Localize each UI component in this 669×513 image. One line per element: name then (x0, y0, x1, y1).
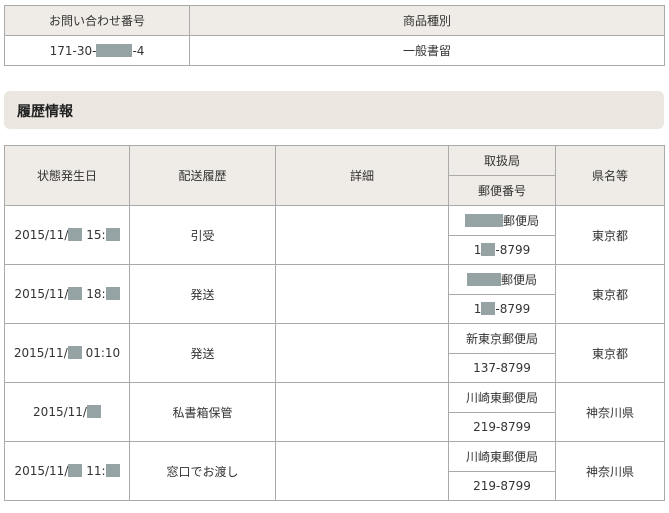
status-date: 2015/11/ 01:10 (4, 323, 130, 383)
redacted-mask (105, 287, 120, 300)
redacted-mask (466, 273, 501, 286)
office-name: 川崎東郵便局 (465, 391, 538, 405)
status-date: 2015/11/ (4, 382, 130, 442)
redacted-mask (105, 464, 120, 477)
delivery-status: 私書箱保管 (129, 382, 276, 442)
postal-code-header: 郵便番号 (448, 175, 556, 206)
office-header: 取扱局 (448, 145, 556, 176)
date-prefix: 2015/11/ (14, 464, 69, 478)
product-type-header: 商品種別 (189, 5, 665, 36)
prefecture: 東京都 (555, 205, 665, 265)
redacted-mask (481, 302, 496, 315)
time-prefix: 11: (82, 464, 106, 478)
postal-prefix: 1 (473, 243, 482, 257)
date-prefix: 2015/11/ (14, 287, 69, 301)
inquiry-data-row: 171-30- -4 一般書留 (4, 35, 665, 66)
history-row: 2015/11/ 18: 発送 郵便局 東京都 (4, 264, 665, 324)
history-body: 2015/11/ 15: 引受 郵便局 東京都 1 -8799 2015/11/ 18: 発送… (4, 205, 665, 501)
inquiry-table: お問い合わせ番号 商品種別 171-30- -4 一般書留 (4, 5, 665, 66)
section-title: 履歴情報 (17, 104, 73, 120)
handling-office: 郵便局 (448, 205, 556, 236)
handling-office: 郵便局 (448, 264, 556, 295)
time-prefix: 18: (82, 287, 106, 301)
prefecture: 東京都 (555, 323, 665, 383)
history-row: 2015/11/私書箱保管 川崎東郵便局 神奈川県 (4, 382, 665, 442)
redacted-mask (105, 228, 120, 241)
date-prefix: 2015/11/ (13, 346, 68, 360)
redacted-mask (481, 243, 496, 256)
history-table: 状態発生日 配送履歴 詳細 取扱局 県名等 郵便番号 2015/11/ 15: 引… (4, 145, 665, 501)
handling-office: 川崎東郵便局 (448, 382, 556, 413)
redacted-mask (67, 346, 82, 359)
prefecture: 神奈川県 (555, 441, 665, 501)
inquiry-number: 171-30- -4 (4, 35, 190, 66)
postal-prefix: 219-8799 (473, 420, 531, 434)
time-suffix: 01:10 (81, 346, 121, 360)
redacted-mask (68, 228, 83, 241)
detail (275, 382, 449, 442)
status-date: 2015/11/ 11: (4, 441, 130, 501)
delivery-status: 引受 (129, 205, 276, 265)
product-type: 一般書留 (189, 35, 665, 66)
redacted-mask (68, 287, 83, 300)
time-prefix: 15: (82, 228, 106, 242)
postal-code: 219-8799 (448, 412, 556, 442)
delivery-status: 発送 (129, 323, 276, 383)
section-header-bar: 履歴情報 (4, 91, 664, 129)
office-name: 川崎東郵便局 (465, 450, 538, 464)
detail (275, 264, 449, 324)
postal-suffix: -8799 (495, 243, 531, 257)
postal-prefix: 219-8799 (473, 479, 531, 493)
postal-suffix: -8799 (495, 302, 531, 316)
delivery-history-header: 配送履歴 (129, 145, 276, 206)
redacted-mask (96, 43, 133, 57)
history-row: 2015/11/ 01:10 発送 新東京郵便局 東京都 (4, 323, 665, 383)
office-name: 郵便局 (500, 273, 537, 287)
handling-office: 新東京郵便局 (448, 323, 556, 354)
detail (275, 205, 449, 265)
delivery-status: 発送 (129, 264, 276, 324)
prefecture: 東京都 (555, 264, 665, 324)
inquiry-number-header: お問い合わせ番号 (4, 5, 190, 36)
status-date: 2015/11/ 18: (4, 264, 130, 324)
delivery-status: 窓口でお渡し (129, 441, 276, 501)
office-name: 新東京郵便局 (465, 332, 538, 346)
inquiry-header-row: お問い合わせ番号 商品種別 (4, 5, 665, 36)
prefecture-header: 県名等 (555, 145, 665, 206)
handling-office: 川崎東郵便局 (448, 441, 556, 472)
postal-code: 219-8799 (448, 471, 556, 501)
redacted-mask (464, 214, 503, 227)
history-row: 2015/11/ 15: 引受 郵便局 東京都 (4, 205, 665, 265)
postal-prefix: 137-8799 (473, 361, 531, 375)
postal-code: 1 -8799 (448, 235, 556, 265)
redacted-mask (68, 464, 83, 477)
office-name: 郵便局 (502, 214, 539, 228)
history-row: 2015/11/ 11: 窓口でお渡し 川崎東郵便局 神奈川県 (4, 441, 665, 501)
status-date: 2015/11/ 15: (4, 205, 130, 265)
redacted-mask (86, 405, 101, 418)
date-prefix: 2015/11/ (14, 228, 69, 242)
inquiry-number-suffix: -4 (132, 43, 145, 58)
details-header: 詳細 (275, 145, 449, 206)
prefecture: 神奈川県 (555, 382, 665, 442)
date-header: 状態発生日 (4, 145, 130, 206)
date-prefix: 2015/11/ (33, 405, 87, 419)
postal-code: 1 -8799 (448, 294, 556, 324)
history-header-row: 状態発生日 配送履歴 詳細 取扱局 県名等 (4, 145, 665, 206)
inquiry-number-prefix: 171-30- (49, 43, 97, 58)
postal-prefix: 1 (473, 302, 482, 316)
detail (275, 441, 449, 501)
detail (275, 323, 449, 383)
postal-code: 137-8799 (448, 353, 556, 383)
